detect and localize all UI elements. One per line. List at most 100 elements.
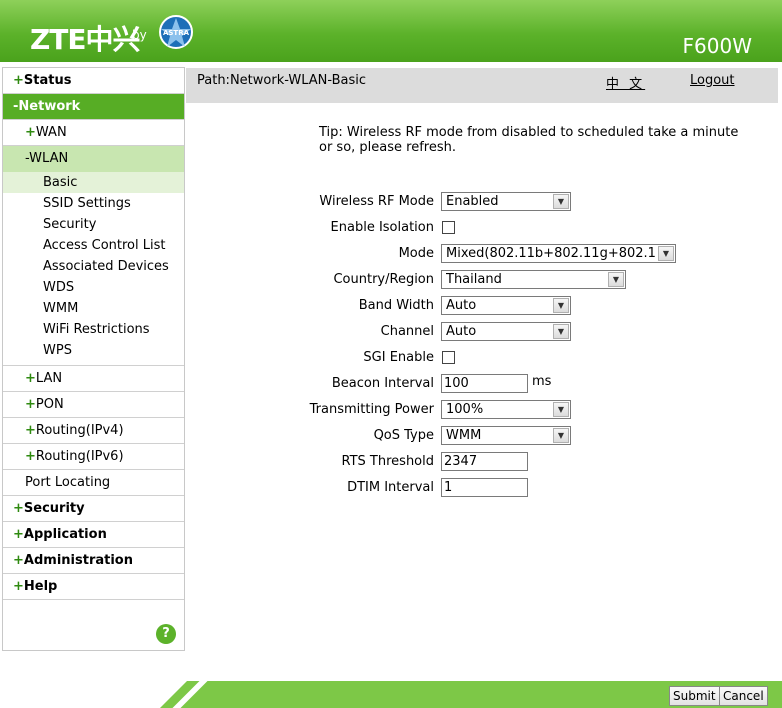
field-label: Enable Isolation [330,220,434,235]
sidebar-item-wifi-restrictions[interactable]: WiFi Restrictions [3,319,184,340]
field-label: Country/Region [333,272,434,287]
sidebar-item-wlan[interactable]: -WLAN [3,146,184,172]
transmitting-power-select[interactable]: 100% ▼ [441,400,571,419]
sidebar-item-label: WLAN [29,151,69,166]
wireless-rf-mode-select[interactable]: Enabled ▼ [441,192,571,211]
field-label: Band Width [358,298,434,313]
expand-icon: + [25,449,36,464]
sidebar-item-status[interactable]: +Status [3,68,184,94]
zte-logo: ZTE中兴 [30,23,141,56]
sidebar-item-label: Routing(IPv4) [35,423,124,438]
sidebar-item-ssid-settings[interactable]: SSID Settings [3,193,184,214]
sidebar-item-associated-devices[interactable]: Associated Devices [3,256,184,277]
beacon-interval-input[interactable]: 100 [441,374,528,393]
chevron-down-icon: ▼ [553,428,569,443]
chevron-down-icon: ▼ [658,246,674,261]
path-bar: Path:Network-WLAN-Basic 中 文 Logout [186,68,778,103]
channel-select[interactable]: Auto ▼ [441,322,571,341]
form-row-qos-type: QoS Type WMM ▼ [186,425,778,447]
form-row-band-width: Band Width Auto ▼ [186,295,778,317]
dtim-interval-input[interactable]: 1 [441,478,528,497]
sidebar-item-application[interactable]: +Application [3,522,184,548]
select-value: Thailand [446,272,502,287]
sidebar-item-access-control-list[interactable]: Access Control List [3,235,184,256]
model-name: F600W [682,34,752,58]
form-row-mode: Mode Mixed(802.11b+802.11g+802.11n) ▼ [186,243,778,265]
sidebar-item-label: Administration [23,553,133,568]
language-link[interactable]: 中 文 [606,73,645,92]
rts-threshold-input[interactable]: 2347 [441,452,528,471]
beacon-interval-unit: ms [532,374,552,389]
form-row-dtim-interval: DTIM Interval 1 [186,477,778,499]
field-label: DTIM Interval [347,480,434,495]
sidebar-item-wmm[interactable]: WMM [3,298,184,319]
sidebar-item-label: WAN [35,125,67,140]
sidebar-item-help[interactable]: +Help [3,574,184,600]
chevron-down-icon: ▼ [553,194,569,209]
select-value: WMM [446,428,482,443]
form-row-sgi-enable: SGI Enable [186,347,778,369]
sidebar-item-routing-ipv6[interactable]: +Routing(IPv6) [3,444,184,470]
country-region-select[interactable]: Thailand ▼ [441,270,626,289]
sidebar-item-security-wlan[interactable]: Security [3,214,184,235]
by-text: by [132,28,147,42]
sidebar-item-label: Security [23,501,85,516]
sidebar-item-security[interactable]: +Security [3,496,184,522]
sidebar-nav: +Status -Network +WAN -WLAN Basic SSID S… [2,67,185,651]
sidebar-item-lan[interactable]: +LAN [3,366,184,392]
sidebar-item-wds[interactable]: WDS [3,277,184,298]
sidebar-item-pon[interactable]: +PON [3,392,184,418]
field-label: Wireless RF Mode [319,194,434,209]
select-value: Auto [446,298,477,313]
expand-icon: + [25,125,36,140]
mode-select[interactable]: Mixed(802.11b+802.11g+802.11n) ▼ [441,244,676,263]
sidebar-item-administration[interactable]: +Administration [3,548,184,574]
astra-logo-icon: ASTRA [159,15,193,49]
select-value: Auto [446,324,477,339]
field-label: Mode [398,246,434,261]
submit-button[interactable]: Submit [669,686,720,706]
form-row-beacon-interval: Beacon Interval 100 ms [186,373,778,395]
sidebar-item-basic[interactable]: Basic [3,172,184,193]
qos-type-select[interactable]: WMM ▼ [441,426,571,445]
sidebar-item-label: Routing(IPv6) [35,449,124,464]
expand-icon: + [13,527,24,542]
sidebar-item-network[interactable]: -Network [3,94,184,120]
chevron-down-icon: ▼ [553,298,569,313]
field-label: QoS Type [373,428,434,443]
chevron-down-icon: ▼ [553,324,569,339]
field-label: Channel [380,324,434,339]
tip-text: Tip: Wireless RF mode from disabled to s… [319,125,739,155]
sidebar-item-label: Help [23,579,58,594]
band-width-select[interactable]: Auto ▼ [441,296,571,315]
form-row-enable-isolation: Enable Isolation [186,217,778,239]
sidebar-item-wan[interactable]: +WAN [3,120,184,146]
enable-isolation-checkbox[interactable] [442,221,455,234]
expand-icon: + [25,371,36,386]
sidebar-item-port-locating[interactable]: Port Locating [3,470,184,496]
expand-icon: + [13,73,24,88]
help-icon[interactable]: ? [156,624,176,644]
select-value: Mixed(802.11b+802.11g+802.11n) [446,246,656,261]
cancel-button[interactable]: Cancel [719,686,768,706]
expand-icon: + [13,579,24,594]
logout-link[interactable]: Logout [690,73,735,88]
field-label: Beacon Interval [331,376,434,391]
chevron-down-icon: ▼ [553,402,569,417]
sidebar-item-wps[interactable]: WPS [3,340,184,361]
sidebar-item-routing-ipv4[interactable]: +Routing(IPv4) [3,418,184,444]
select-value: Enabled [446,194,499,209]
chevron-down-icon: ▼ [608,272,624,287]
expand-icon: + [13,501,24,516]
sidebar-item-label: Network [18,99,81,114]
select-value: 100% [446,402,484,417]
form-row-rts-threshold: RTS Threshold 2347 [186,451,778,473]
svg-text:ASTRA: ASTRA [163,29,190,37]
form-row-channel: Channel Auto ▼ [186,321,778,343]
field-label: SGI Enable [363,350,434,365]
sidebar-item-label: LAN [35,371,63,386]
sgi-enable-checkbox[interactable] [442,351,455,364]
expand-icon: + [25,423,36,438]
expand-icon: + [25,397,36,412]
field-label: RTS Threshold [341,454,434,469]
